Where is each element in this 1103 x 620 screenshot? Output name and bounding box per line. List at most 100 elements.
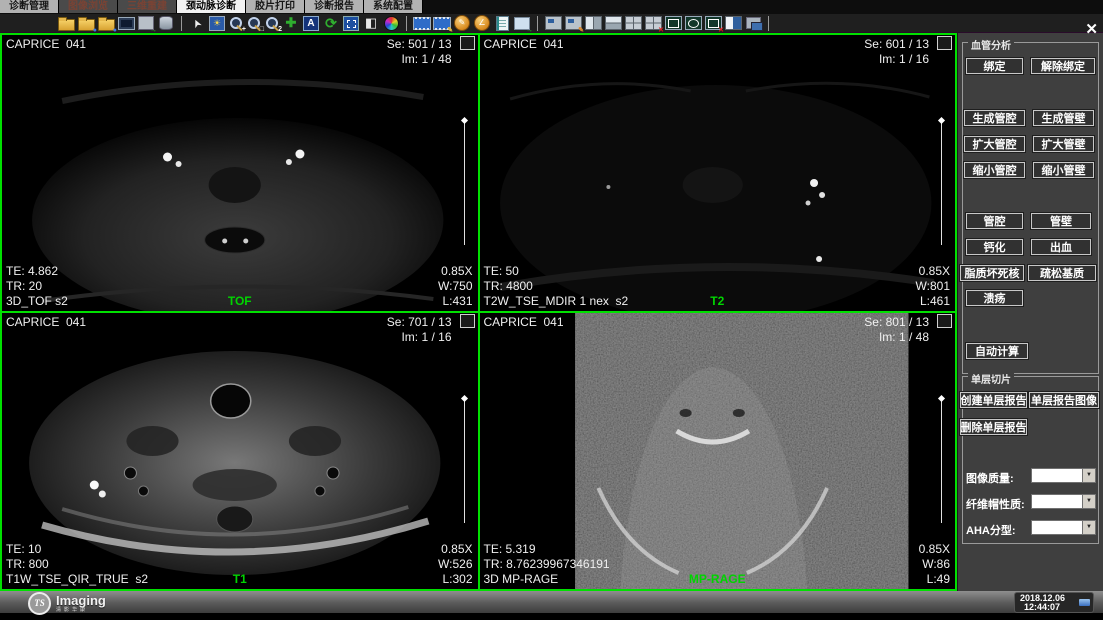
shrink-lumen-button[interactable]: 缩小管腔 [964,162,1025,178]
zoom-in-icon[interactable]: + [228,15,244,31]
wall-button[interactable]: 管壁 [1031,213,1091,229]
bind-button[interactable]: 绑定 [966,58,1023,74]
viewport-t2[interactable]: CAPRICE 041 Se: 601 / 13 Im: 1 / 16 TE: … [480,35,956,311]
acquisition-info: TE: 50 TR: 4800 T2W_TSE_MDIR 1 nex s2 [484,264,629,309]
fibrous-cap-select[interactable]: ▼ [1031,494,1096,509]
angle-measure-icon[interactable]: ∠ [473,15,491,32]
layout-grid-icon[interactable] [624,15,642,32]
toolbar: ● ● → ➤ ☀ + □ 2 ✚ A ⟳ ◧ ✎ ✎ ∠ → ✎ ✕ ✕ [0,14,1103,33]
export-image-icon[interactable]: → [513,15,531,32]
create-slice-report-button[interactable]: 创建单层报告 [960,392,1027,408]
folder-open-icon[interactable]: ● [77,15,95,32]
cine-edit-icon[interactable]: ✎ [433,15,451,32]
patient-name: CAPRICE 041 [6,37,86,52]
layout-single-icon[interactable] [544,15,562,32]
layout-report-icon[interactable]: ✎ [564,15,582,32]
window-level-info: 0.85X W:526 L:302 [438,542,472,587]
measure-pencil-icon[interactable]: ✎ [453,15,471,32]
calcification-button[interactable]: 钙化 [966,239,1023,255]
zoom-out-icon[interactable]: 2 [264,15,280,31]
folder-new-icon[interactable] [57,15,75,32]
series-info: Se: 701 / 13 Im: 1 / 16 [387,315,452,345]
viewport-scroll-box[interactable] [460,314,475,328]
window-level-icon[interactable]: ☀ [208,15,226,32]
viewport-scroll-box[interactable] [937,314,952,328]
acquisition-info: TE: 5.319 TR: 8.76239967346191 3D MP-RAG… [484,542,610,587]
viewport-tof[interactable]: CAPRICE 041 Se: 501 / 13 Im: 1 / 48 TE: … [2,35,478,311]
aha-type-select[interactable]: ▼ [1031,520,1096,535]
time-text: 12:44:07 [1024,603,1060,612]
acquisition-info: TE: 4.862 TR: 20 3D_TOF s2 [6,264,68,309]
roi-delete-icon[interactable]: ✕ [704,15,722,32]
unbind-button[interactable]: 解除绑定 [1031,58,1095,74]
chevron-down-icon[interactable]: ▼ [1082,469,1095,482]
expand-lumen-button[interactable]: 扩大管腔 [964,136,1025,152]
fit-screen-icon[interactable] [342,15,360,32]
refresh-icon[interactable]: ⟳ [322,15,340,32]
cursor-icon[interactable]: ➤ [185,11,208,34]
color-wheel-icon[interactable] [382,15,400,32]
generate-wall-button[interactable]: 生成管壁 [1033,110,1094,126]
menu-tab-system-config[interactable]: 系统配置 [364,0,423,13]
toolbar-separator [406,16,407,31]
expand-wall-button[interactable]: 扩大管壁 [1033,136,1094,152]
series-info: Se: 501 / 13 Im: 1 / 48 [387,37,452,67]
slice-slider[interactable] [464,120,465,245]
slice-slider[interactable] [941,398,942,523]
copy-image-icon[interactable] [744,15,762,32]
lipid-core-button[interactable]: 脂质坏死核 [960,265,1024,281]
window-split-icon[interactable] [724,15,742,32]
slice-slider[interactable] [941,120,942,245]
viewport-scroll-box[interactable] [460,36,475,50]
logo-badge: TS [28,592,51,615]
pan-icon[interactable]: ✚ [282,15,300,32]
loose-matrix-button[interactable]: 疏松基质 [1028,265,1096,281]
exit-icon[interactable]: → [137,15,155,32]
invert-icon[interactable]: ◧ [362,15,380,32]
menu-tab-diagnosis-management[interactable]: 诊断管理 [0,0,59,13]
lumen-button[interactable]: 管腔 [966,213,1023,229]
folder-import-icon[interactable]: ● [97,15,115,32]
close-icon[interactable]: ✕ [1085,20,1098,38]
hemorrhage-button[interactable]: 出血 [1031,239,1091,255]
series-info: Se: 801 / 13 Im: 1 / 48 [864,315,929,345]
toolbar-separator [181,16,182,31]
report-doc-icon[interactable] [493,15,511,32]
ulcer-button[interactable]: 溃疡 [966,290,1023,306]
menu-tab-film-print[interactable]: 胶片打印 [246,0,305,13]
monitor-icon[interactable] [117,15,135,32]
menu-tab-carotid-diagnosis[interactable]: 颈动脉诊断 [177,0,246,13]
roi-rect-icon[interactable] [664,15,682,32]
chevron-down-icon[interactable]: ▼ [1082,495,1095,508]
chevron-down-icon[interactable]: ▼ [1082,521,1095,534]
menu-tab-diagnosis-report[interactable]: 诊断报告 [305,0,364,13]
generate-lumen-button[interactable]: 生成管腔 [964,110,1025,126]
layout-two-horizontal-icon[interactable] [604,15,622,32]
slice-slider[interactable] [464,398,465,523]
viewport-mprage[interactable]: CAPRICE 041 Se: 801 / 13 Im: 1 / 48 TE: … [480,313,956,589]
workspace: CAPRICE 041 Se: 501 / 13 Im: 1 / 48 TE: … [0,33,1103,591]
shrink-wall-button[interactable]: 缩小管壁 [1033,162,1094,178]
layout-two-vertical-icon[interactable] [584,15,602,32]
viewport-t1[interactable]: CAPRICE 041 Se: 701 / 13 Im: 1 / 16 TE: … [2,313,478,589]
zoom-region-icon[interactable]: □ [246,15,262,31]
viewport-grid: CAPRICE 041 Se: 501 / 13 Im: 1 / 48 TE: … [0,33,957,591]
cine-strip-icon[interactable] [413,15,431,32]
acquisition-info: TE: 10 TR: 800 T1W_TSE_QIR_TRUE s2 [6,542,148,587]
viewport-scroll-box[interactable] [937,36,952,50]
slice-report-image-button[interactable]: 单层报告图像 [1029,392,1099,408]
status-bar: TS Imaging 清影华康 2018.12.06 12:44:07 [0,591,1103,620]
annotation-icon[interactable]: A [302,15,320,32]
vessel-analysis-panel: 血管分析 绑定 解除绑定 生成管腔 生成管壁 扩大管腔 扩大管壁 缩小管腔 缩小… [957,33,1103,591]
image-quality-select[interactable]: ▼ [1031,468,1096,483]
sequence-tag: MP-RAGE [689,572,746,587]
roi-ellipse-icon[interactable] [684,15,702,32]
menu-tab-image-browse[interactable]: 图像浏览 [59,0,118,13]
toolbar-separator [537,16,538,31]
delete-slice-report-button[interactable]: 删除单层报告 [960,419,1027,435]
auto-calc-button[interactable]: 自动计算 [966,343,1028,359]
database-icon[interactable] [157,15,175,32]
sequence-tag: T1 [233,572,247,587]
menu-tab-3d-reconstruction[interactable]: 三维重建 [118,0,177,13]
layout-clear-icon[interactable]: ✕ [644,15,662,32]
